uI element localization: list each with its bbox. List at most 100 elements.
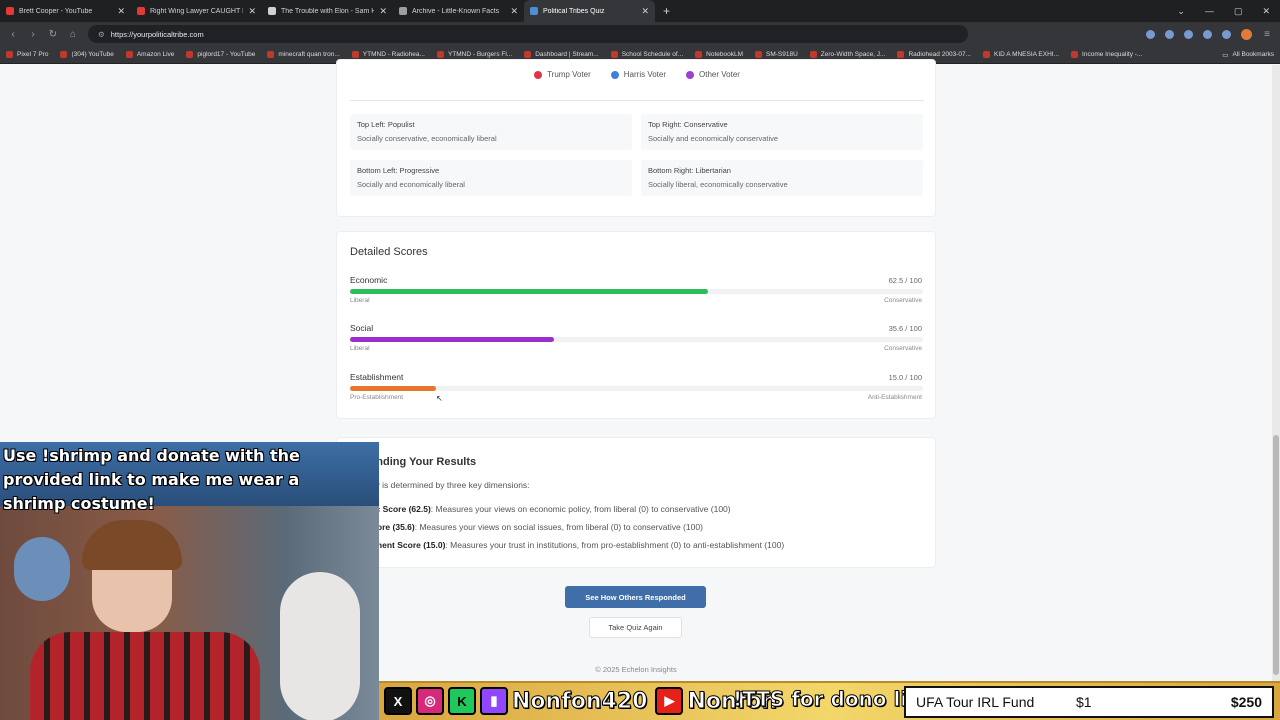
browser-tab[interactable]: Political Tribes Quiz ✕: [524, 0, 655, 22]
maximize-icon[interactable]: ▢: [1234, 6, 1243, 17]
tab-favicon-icon: [530, 7, 538, 15]
instagram-icon: ◎: [416, 687, 444, 715]
bookmark-item[interactable]: SM-S918U: [755, 51, 798, 58]
detailed-scores-title: Detailed Scores: [350, 246, 428, 258]
url-field[interactable]: ⚙ https://yourpoliticaltribe.com: [88, 25, 968, 43]
shrimp-costume: [280, 572, 360, 720]
webcam-overlay: Use !shrimp and donate with the provided…: [0, 442, 379, 720]
score-max-label: Conservative: [884, 297, 922, 304]
extension-icon[interactable]: [1222, 29, 1231, 39]
browser-tab[interactable]: Archive - Little-Known Facts ✕: [393, 0, 524, 22]
tab-favicon-icon: [6, 7, 14, 15]
score-min-label: Liberal: [350, 297, 370, 304]
bookmark-item[interactable]: Zero-Width Space, J...: [809, 51, 886, 58]
all-bookmarks-label: All Bookmarks: [1232, 51, 1274, 58]
bookmark-item[interactable]: NotebookLM: [695, 51, 743, 58]
score-value: 15.0 / 100: [888, 373, 922, 382]
score-max-label: Anti-Establishment: [867, 394, 922, 401]
quadrant-title: Bottom Right: Libertarian: [648, 166, 731, 175]
quadrant-bottom-right: Bottom Right: Libertarian Socially liber…: [641, 160, 923, 196]
bookmark-favicon-icon: [695, 51, 703, 58]
browser-tab[interactable]: Brett Cooper - YouTube ✕: [0, 0, 131, 22]
bookmark-item[interactable]: School Schedule of...: [610, 51, 683, 58]
score-name: Social: [350, 323, 374, 333]
bookmark-label: YTMND - Burgers Fl...: [447, 51, 513, 58]
take-quiz-again-button[interactable]: Take Quiz Again: [589, 617, 682, 638]
streamer-shirt: [30, 632, 260, 720]
tab-close-icon[interactable]: ✕: [117, 6, 125, 17]
home-icon[interactable]: ⌂: [68, 29, 78, 40]
menu-icon[interactable]: ≡: [1262, 29, 1272, 40]
quadrant-desc: Socially and economically liberal: [357, 180, 465, 189]
stream-bottom-bar: X ◎ K ▮ Nonfon420 ▶ Nonfon !TTS for dono…: [379, 681, 1280, 720]
score-bar-track: [350, 386, 923, 391]
page-scrollbar[interactable]: [1272, 65, 1280, 720]
legend-item: Other Voter: [686, 70, 740, 79]
legend-dot-icon: [610, 70, 619, 79]
bookmark-favicon-icon: [983, 51, 990, 58]
message-banner: Use !shrimp and donate with the provided…: [0, 442, 379, 513]
reload-icon[interactable]: ↻: [48, 29, 58, 40]
tab-favicon-icon: [399, 7, 407, 15]
bookmark-item[interactable]: Income Inequality -...: [1071, 51, 1142, 58]
legend-item: Harris Voter: [610, 70, 666, 79]
understanding-card: erstanding Your Results deology is deter…: [336, 437, 936, 568]
bookmark-item[interactable]: (304) YouTube: [60, 51, 114, 58]
extension-icon[interactable]: [1203, 29, 1212, 39]
legend-dot-icon: [686, 70, 695, 79]
close-window-icon[interactable]: ✕: [1262, 6, 1270, 17]
bookmark-label: Radiohead 2003-07...: [908, 51, 971, 58]
bookmark-item[interactable]: Amazon Live: [125, 51, 174, 58]
extensions: ≡: [1146, 28, 1272, 40]
bookmark-item[interactable]: piglord17 - YouTube: [186, 51, 255, 58]
tab-close-icon[interactable]: ✕: [641, 6, 649, 17]
bookmark-label: Zero-Width Space, J...: [820, 51, 886, 58]
site-info-icon[interactable]: ⚙: [98, 30, 105, 39]
score-name: Economic: [350, 275, 388, 285]
fund-raised: $1: [1076, 694, 1092, 710]
twitch-icon: ▮: [480, 687, 508, 715]
bookmark-item[interactable]: Pixel 7 Pro: [6, 51, 48, 58]
legend-label: Other Voter: [699, 70, 740, 79]
bookmark-label: YTMND - Radiohea...: [362, 51, 425, 58]
tab-close-icon[interactable]: ✕: [379, 6, 387, 17]
bookmark-item[interactable]: YTMND - Burgers Fl...: [436, 51, 513, 58]
understanding-item: cial Score (35.6): Measures your views o…: [350, 522, 703, 532]
forward-icon[interactable]: ›: [28, 29, 38, 40]
minimize-icon[interactable]: —: [1205, 6, 1214, 16]
tab-close-icon[interactable]: ✕: [510, 6, 518, 17]
bookmark-label: KID A MNESIA EXHI...: [994, 51, 1060, 58]
extension-icon[interactable]: [1146, 29, 1155, 39]
scrollbar-thumb[interactable]: [1273, 435, 1279, 675]
bookmark-favicon-icon: [186, 51, 194, 58]
quadrant-title: Bottom Left: Progressive: [357, 166, 440, 175]
bookmark-favicon-icon: [897, 51, 905, 58]
chart-legend: Trump Voter Harris Voter Other Voter: [337, 70, 937, 79]
bookmark-item[interactable]: YTMND - Radiohea...: [351, 51, 425, 58]
bookmark-item[interactable]: Radiohead 2003-07...: [897, 51, 971, 58]
bookmark-item[interactable]: KID A MNESIA EXHI...: [983, 51, 1059, 58]
tab-search-icon[interactable]: ⌄: [1177, 6, 1185, 17]
quadrant-desc: Socially and economically conservative: [648, 134, 779, 143]
extension-icon[interactable]: [1184, 29, 1193, 39]
new-tab-button[interactable]: +: [663, 4, 670, 18]
tab-close-icon[interactable]: ✕: [248, 6, 256, 17]
item-text: : Measures your views on economic policy…: [430, 504, 731, 514]
bookmark-favicon-icon: [436, 51, 444, 58]
profile-avatar[interactable]: [1241, 28, 1252, 40]
back-icon[interactable]: ‹: [8, 29, 18, 40]
all-bookmarks[interactable]: ▭ All Bookmarks: [1222, 51, 1274, 59]
url-text: https://yourpoliticaltribe.com: [110, 29, 204, 39]
see-others-button[interactable]: See How Others Responded: [565, 586, 706, 608]
fund-name: UFA Tour IRL Fund: [916, 694, 1035, 710]
browser-tab[interactable]: Right Wing Lawyer CAUGHT Li ✕: [131, 0, 262, 22]
bookmark-item[interactable]: minecraft quan tron...: [267, 51, 340, 58]
bookmark-item[interactable]: Dashboard | Stream...: [524, 51, 599, 58]
score-min-label: Liberal: [350, 345, 370, 352]
score-bar-fill: [350, 386, 436, 391]
extension-icon[interactable]: [1165, 29, 1174, 39]
browser-tab[interactable]: The Trouble with Elon - Sam H ✕: [262, 0, 393, 22]
tab-title: Political Tribes Quiz: [543, 7, 605, 15]
quadrant-desc: Socially liberal, economically conservat…: [648, 180, 788, 189]
quadrant-bottom-left: Bottom Left: Progressive Socially and ec…: [350, 160, 632, 196]
